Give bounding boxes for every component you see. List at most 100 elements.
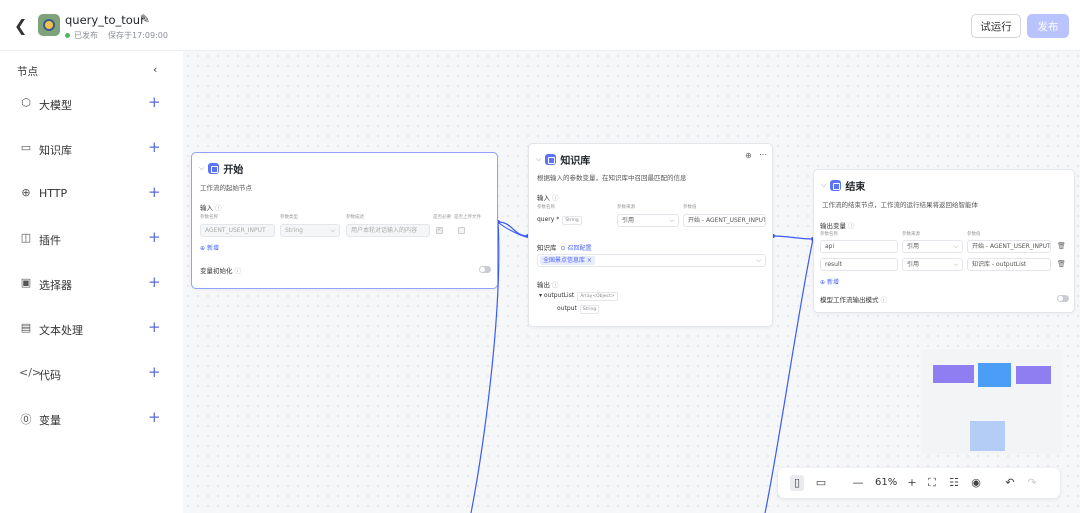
collapse-chevron-icon[interactable]: ⌵ <box>536 155 541 164</box>
undo-icon[interactable]: ↶ <box>1003 475 1017 491</box>
col-header: 参数名称 <box>820 232 838 237</box>
stream-mode-toggle[interactable] <box>1057 295 1069 302</box>
add-node-icon[interactable]: + <box>148 183 161 201</box>
more-icon[interactable]: ⋯ <box>759 150 767 159</box>
pointer-mode-icon[interactable]: ▯ <box>790 475 804 491</box>
sidebar-item-3[interactable]: ◫ 插件 + <box>0 224 183 254</box>
collapse-chevron-icon[interactable]: ⌵ <box>821 181 826 190</box>
col-header: 参数来源 <box>617 205 635 210</box>
add-output-link[interactable]: ⊕ 新增 <box>820 277 839 286</box>
sidebar-title: 节点 <box>17 66 38 78</box>
end-node-title: 结束 <box>845 182 866 193</box>
minimap-node <box>933 365 974 383</box>
sidebar-item-5[interactable]: ▤ 文本处理 + <box>0 314 183 344</box>
output-section-label: 输出 ⓘ <box>537 281 559 289</box>
var-init-toggle[interactable] <box>479 266 491 273</box>
end-param-name-field[interactable]: result <box>820 258 898 271</box>
top-header: ❮ query_to_tour ✎ 已发布 保存于17:09:00 试运行 发布 <box>0 0 1080 51</box>
node-sidebar: 节点 ‹ ⬡ 大模型 + ▭ 知识库 + ⊕ HTTP + ◫ 插件 + ▣ 选择器 + ▤ 文本处理 + </> 代… <box>0 51 183 513</box>
sidebar-item-1[interactable]: ▭ 知识库 + <box>0 134 183 164</box>
param-type-select: String ⌵ <box>280 224 340 237</box>
add-node-icon[interactable]: + <box>148 273 161 291</box>
collapse-chevron-icon[interactable]: ⌵ <box>199 164 204 173</box>
add-node-icon[interactable]: + <box>148 363 161 381</box>
sidebar-item-label: 变量 <box>39 414 61 427</box>
col-header: 是否上传文件 <box>454 215 481 220</box>
variable-icon: ⓪ <box>20 413 32 426</box>
sidebar-item-label: 插件 <box>39 234 61 247</box>
edge-kb-end <box>772 235 814 240</box>
edit-pencil-icon[interactable]: ✎ <box>140 12 150 26</box>
zoom-out-icon[interactable]: — <box>851 475 865 491</box>
add-param-link[interactable]: ⊕ 新增 <box>200 243 219 252</box>
status-text: 已发布 <box>74 31 98 40</box>
start-node-icon <box>208 163 220 174</box>
minimap-viewport <box>970 421 1005 451</box>
plugin-icon: ◫ <box>20 231 32 244</box>
add-node-icon[interactable]: + <box>148 138 161 156</box>
redo-icon[interactable]: ↷ <box>1025 475 1039 491</box>
sidebar-item-label: 选择器 <box>39 279 72 292</box>
col-header: 参数值 <box>683 205 697 210</box>
kb-param-value-field[interactable]: 开始 - AGENT_USER_INPUT <box>683 214 766 227</box>
output-var-label: 输出变量 ⓘ <box>820 222 855 230</box>
sidebar-item-label: HTTP <box>39 187 68 200</box>
col-header: 参数来源 <box>902 232 920 237</box>
kb-chip[interactable]: 全国景点信息库 × <box>540 256 595 265</box>
required-checkbox[interactable]: ✓ <box>436 227 443 234</box>
input-section-label: 输入 ⓘ <box>200 204 222 212</box>
param-name-field: AGENT_USER_INPUT <box>200 224 275 237</box>
text-icon: ▤ <box>20 321 32 334</box>
add-node-icon[interactable]: + <box>148 228 161 246</box>
start-node[interactable]: ⌵ 开始 工作流的起始节点 输入 ⓘ 参数名称 参数类型 参数描述 是否必要 是否上… <box>191 152 498 289</box>
sidebar-item-4[interactable]: ▣ 选择器 + <box>0 269 183 299</box>
sidebar-item-2[interactable]: ⊕ HTTP + <box>0 179 183 209</box>
canvas-toolbar: ▯ ▭ — 61% + ⛶ ☷ ◉ ↶ ↷ <box>778 468 1060 498</box>
test-run-button[interactable]: 试运行 <box>971 14 1021 38</box>
comment-icon[interactable]: ▭ <box>814 475 828 491</box>
end-param-source-select[interactable]: 引用 ⌵ <box>902 258 963 271</box>
var-init-label: 变量初始化 ⓘ <box>200 267 241 275</box>
collapse-chevron-icon[interactable]: ‹ <box>153 63 157 76</box>
layout-icon[interactable]: ☷ <box>947 475 961 491</box>
back-arrow-icon[interactable]: ❮ <box>14 16 27 35</box>
fit-view-icon[interactable]: ⛶ <box>925 475 939 491</box>
publish-button[interactable]: 发布 <box>1027 14 1069 38</box>
end-node[interactable]: ⌵ 结束 工作流的结束节点，工作流的运行结果将返回给智能体 输出变量 ⓘ 参数名称 … <box>813 169 1075 313</box>
saved-time: 保存于17:09:00 <box>108 31 168 40</box>
end-param-name-field[interactable]: api <box>820 240 898 253</box>
sidebar-item-label: 大模型 <box>39 99 72 112</box>
kb-node-title: 知识库 <box>560 156 591 167</box>
col-header: 参数值 <box>967 232 981 237</box>
sidebar-item-7[interactable]: ⓪ 变量 + <box>0 404 183 434</box>
delete-icon[interactable]: 🗑︎ <box>1057 260 1066 268</box>
start-node-title: 开始 <box>223 165 244 176</box>
sidebar-item-0[interactable]: ⬡ 大模型 + <box>0 89 183 119</box>
end-param-value-field[interactable]: 知识库 - outputList <box>967 258 1051 271</box>
zoom-in-icon[interactable]: + <box>905 475 919 491</box>
minimap[interactable] <box>922 349 1062 454</box>
upload-checkbox[interactable] <box>458 227 465 234</box>
add-node-icon[interactable]: + <box>148 408 161 426</box>
add-node-icon[interactable]: + <box>148 93 161 111</box>
end-param-value-field[interactable]: 开始 - AGENT_USER_INPUT <box>967 240 1051 253</box>
kb-param-source-select[interactable]: 引用 ⌵ <box>617 214 679 227</box>
status-dot-icon <box>65 33 70 38</box>
output-item: output String <box>557 305 600 314</box>
end-node-icon <box>830 180 842 191</box>
globe-icon: ⊕ <box>21 186 31 199</box>
knowledge-base-node[interactable]: ⌵ 知识库 ⊕ ⋯ 根据输入的参数变量，在知识库中召回最匹配的信息 输入 ⓘ 参数名… <box>528 143 773 327</box>
add-node-icon[interactable]: + <box>148 318 161 336</box>
monitor-icon: ▭ <box>20 141 32 154</box>
delete-icon[interactable]: 🗑︎ <box>1057 242 1066 250</box>
sidebar-item-6[interactable]: </> 代码 + <box>0 359 183 389</box>
app-logo <box>38 14 60 36</box>
end-param-source-select[interactable]: 引用 ⌵ <box>902 240 963 253</box>
param-desc-field: 用户本轮对话输入的内容 <box>346 224 430 237</box>
add-node-icon[interactable]: ⊕ <box>745 151 752 160</box>
stream-mode-label: 模型工作流输出模式 ⓘ <box>820 296 887 304</box>
workflow-title: query_to_tour <box>65 13 145 27</box>
workflow-canvas[interactable]: ⌵ 开始 工作流的起始节点 输入 ⓘ 参数名称 参数类型 参数描述 是否必要 是否上… <box>183 51 1080 513</box>
zoom-level: 61% <box>875 477 898 488</box>
eye-icon[interactable]: ◉ <box>969 475 983 491</box>
